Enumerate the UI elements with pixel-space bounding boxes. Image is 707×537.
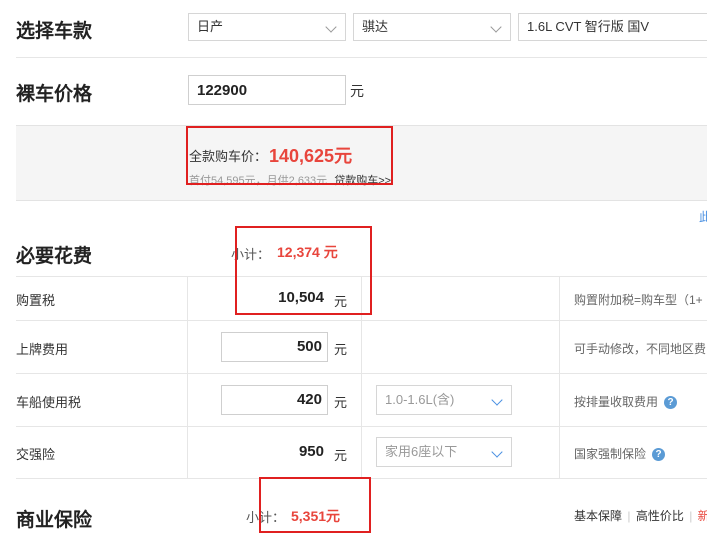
seat-type-select[interactable]: 家用6座以下 [376,437,512,467]
registration-fee-label: 上牌费用 [16,342,69,357]
plan-separator: | [689,509,693,523]
purchase-tax-note: 购置附加税=购车型（1+ [574,293,703,307]
necessary-annotation-box [235,226,372,315]
full-price-annotation-box [186,126,393,185]
bare-price-title: 裸车价格 [16,84,93,105]
side-link[interactable]: 此 [699,208,707,225]
chevron-down-icon [491,446,503,458]
insurance-annotation-box [259,477,371,533]
plan-basic[interactable]: 基本保障 [574,509,622,523]
trim-select[interactable]: 1.6L CVT 智行版 国V [518,13,707,41]
chevron-down-icon [325,21,337,33]
plan-beginner[interactable]: 新手 [698,509,707,523]
registration-fee-note: 可手动修改，不同地区费 [574,342,707,356]
compulsory-insurance-unit: 元 [334,448,348,463]
compulsory-insurance-note-text: 国家强制保险 [574,447,647,461]
seat-type-select-value: 家用6座以下 [385,444,458,459]
vehicle-tax-label: 车船使用税 [16,395,82,410]
compulsory-insurance-value: 950 [298,443,324,460]
registration-fee-unit: 元 [334,342,348,357]
vehicle-tax-note-text: 按排量收取费用 [574,395,659,409]
insurance-plan-tabs: 基本保障 | 高性价比 | 新手 [574,507,707,524]
model-select[interactable]: 骐达 [353,13,511,41]
bare-price-input[interactable] [188,75,346,105]
necessary-title: 必要花费 [16,246,93,267]
vehicle-tax-input[interactable]: 420 [221,385,328,415]
brand-select-value: 日产 [197,19,224,34]
divider [16,57,707,58]
vehicle-tax-note: 按排量收取费用? [574,393,678,410]
col-divider [559,276,560,478]
displacement-select[interactable]: 1.0-1.6L(含) [376,385,512,415]
purchase-tax-label: 购置税 [16,293,56,308]
chevron-down-icon [491,394,503,406]
chevron-down-icon [490,21,502,33]
trim-select-value: 1.6L CVT 智行版 国V [527,19,650,34]
vehicle-tax-unit: 元 [334,395,348,410]
car-selection-title: 选择车款 [16,21,93,42]
vehicle-tax-value: 420 [296,391,322,408]
col-divider [187,276,188,478]
compulsory-insurance-note: 国家强制保险? [574,445,666,462]
registration-fee-value: 500 [296,338,322,355]
brand-select[interactable]: 日产 [188,13,346,41]
question-circle-icon[interactable]: ? [664,396,678,410]
model-select-value: 骐达 [362,19,389,34]
plan-value[interactable]: 高性价比 [636,509,684,523]
plan-separator: | [627,509,631,523]
question-circle-icon[interactable]: ? [652,448,666,462]
registration-fee-input[interactable]: 500 [221,332,328,362]
insurance-title: 商业保险 [16,510,93,531]
bare-price-unit: 元 [350,83,364,99]
compulsory-insurance-label: 交强险 [16,447,56,462]
displacement-select-value: 1.0-1.6L(含) [385,392,455,407]
